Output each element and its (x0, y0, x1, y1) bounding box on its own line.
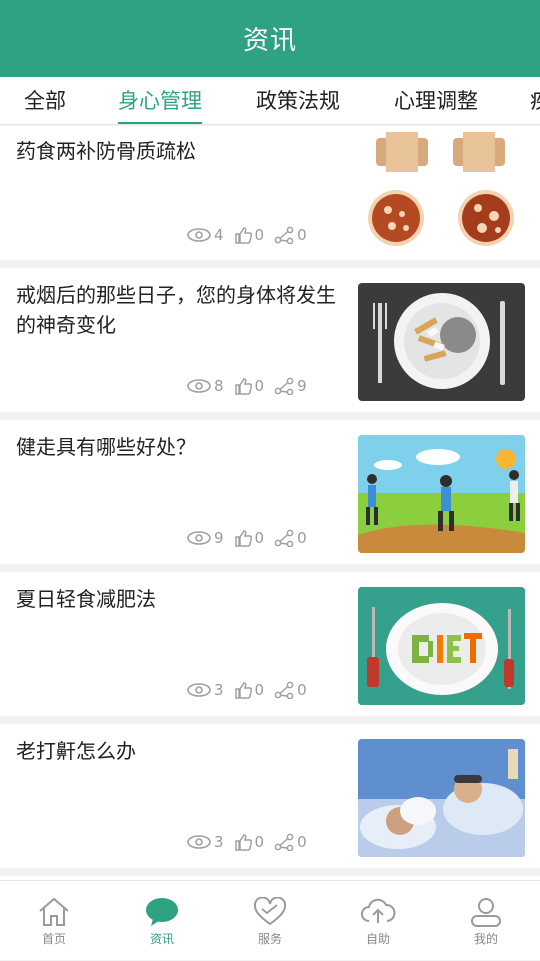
article-stats: 8 0 9 (187, 375, 317, 397)
tab-underline (118, 122, 202, 124)
bottom-navigation: 首页 资讯 服务 自助 我的 (0, 880, 540, 960)
tab-psychology[interactable]: 心理调整 (394, 77, 478, 124)
share-icon (274, 833, 294, 851)
tab-body-mind[interactable]: 身心管理 (118, 77, 202, 124)
article-title: 药食两补防骨质疏松 (16, 139, 196, 163)
likes-count: 0 (254, 681, 265, 699)
likes-stat[interactable]: 0 (234, 833, 265, 851)
likes-count: 0 (254, 833, 265, 851)
likes-count: 0 (254, 226, 265, 244)
share-icon (274, 377, 294, 395)
article-title: 夏日轻食减肥法 (16, 587, 156, 611)
thumb-up-icon (234, 530, 252, 547)
snoring-couple-image (358, 739, 525, 857)
article-title: 戒烟后的那些日子，您的身体将发生的神奇变化 (16, 283, 336, 337)
nav-label: 我的 (473, 932, 498, 946)
article-card[interactable]: 戒烟后的那些日子，您的身体将发生的神奇变化 8 0 9 (0, 268, 540, 412)
eye-icon (187, 379, 211, 393)
article-card[interactable]: 夏日轻食减肥法 3 0 0 (0, 572, 540, 716)
share-icon (274, 226, 294, 244)
shares-count: 0 (297, 833, 307, 851)
shares-stat[interactable]: 0 (274, 681, 307, 699)
heart-icon (253, 897, 287, 926)
tab-label: 心理调整 (394, 89, 478, 113)
views-stat: 3 (187, 833, 224, 851)
shares-stat[interactable]: 0 (274, 529, 307, 547)
chat-bubble-icon (146, 898, 178, 926)
tab-label: 身心管理 (118, 89, 202, 113)
shares-count: 9 (297, 377, 307, 395)
shares-count: 0 (297, 226, 307, 244)
user-icon (471, 898, 501, 927)
shares-count: 0 (297, 681, 307, 699)
likes-stat[interactable]: 0 (234, 529, 265, 547)
article-card[interactable]: 健走具有哪些好处？ 9 0 0 (0, 420, 540, 564)
shares-stat[interactable]: 0 (274, 226, 307, 244)
tab-policy[interactable]: 政策法规 (256, 77, 340, 124)
tab-all[interactable]: 全部 (24, 77, 66, 124)
likes-stat[interactable]: 0 (234, 226, 265, 244)
nav-label: 自助 (365, 932, 390, 946)
shares-stat[interactable]: 0 (274, 833, 307, 851)
views-stat: 4 (187, 226, 224, 244)
views-stat: 9 (187, 529, 224, 547)
eye-icon (187, 835, 211, 849)
cloud-upload-icon (361, 898, 396, 923)
diet-plate-image (358, 587, 525, 705)
nav-label: 资讯 (149, 932, 174, 946)
nav-label: 首页 (41, 932, 66, 946)
article-title: 健走具有哪些好处？ (16, 435, 196, 459)
tab-label: 全部 (24, 89, 66, 113)
tab-disease[interactable]: 疾 (530, 77, 540, 124)
thumb-up-icon (234, 227, 252, 244)
views-count: 3 (214, 833, 224, 851)
article-feed[interactable]: 药食两补防骨质疏松 4 0 0 戒烟后的那些日子，您的身体将发生的神奇变化 8 … (0, 126, 540, 880)
nav-label: 服务 (257, 932, 282, 946)
category-tabs: 全部 身心管理 政策法规 心理调整 疾 (0, 77, 540, 125)
tab-label: 疾 (530, 89, 540, 113)
nav-self-service[interactable]: 自助 (324, 881, 432, 961)
bone-structure-image (358, 126, 525, 248)
shares-count: 0 (297, 529, 307, 547)
article-card[interactable]: 药食两补防骨质疏松 4 0 0 (0, 126, 540, 260)
thumb-up-icon (234, 834, 252, 851)
thumb-up-icon (234, 378, 252, 395)
views-count: 3 (214, 681, 224, 699)
nav-service[interactable]: 服务 (216, 881, 324, 961)
thumb-up-icon (234, 682, 252, 699)
views-stat: 8 (187, 377, 224, 395)
article-stats: 3 0 0 (187, 679, 317, 701)
eye-icon (187, 683, 211, 697)
likes-count: 0 (254, 529, 265, 547)
article-stats: 9 0 0 (187, 527, 317, 549)
article-title: 老打鼾怎么办 (16, 739, 136, 763)
share-icon (274, 529, 294, 547)
views-stat: 3 (187, 681, 224, 699)
views-count: 8 (214, 377, 224, 395)
shares-stat[interactable]: 9 (274, 377, 307, 395)
nav-mine[interactable]: 我的 (432, 881, 540, 961)
share-icon (274, 681, 294, 699)
likes-count: 0 (254, 377, 265, 395)
article-stats: 4 0 0 (187, 224, 317, 246)
nav-home[interactable]: 首页 (0, 881, 108, 961)
views-count: 9 (214, 529, 224, 547)
likes-stat[interactable]: 0 (234, 681, 265, 699)
article-card[interactable]: 老打鼾怎么办 3 0 0 (0, 724, 540, 868)
walking-people-image (358, 435, 525, 553)
nav-news[interactable]: 资讯 (108, 881, 216, 961)
likes-stat[interactable]: 0 (234, 377, 265, 395)
views-count: 4 (214, 226, 224, 244)
cigarette-plate-image (358, 283, 525, 401)
article-stats: 3 0 0 (187, 831, 317, 853)
home-icon (39, 897, 69, 926)
tab-label: 政策法规 (256, 89, 340, 113)
page-title: 资讯 (242, 26, 297, 56)
eye-icon (187, 228, 211, 242)
eye-icon (187, 531, 211, 545)
app-header: 资讯 (0, 0, 540, 77)
